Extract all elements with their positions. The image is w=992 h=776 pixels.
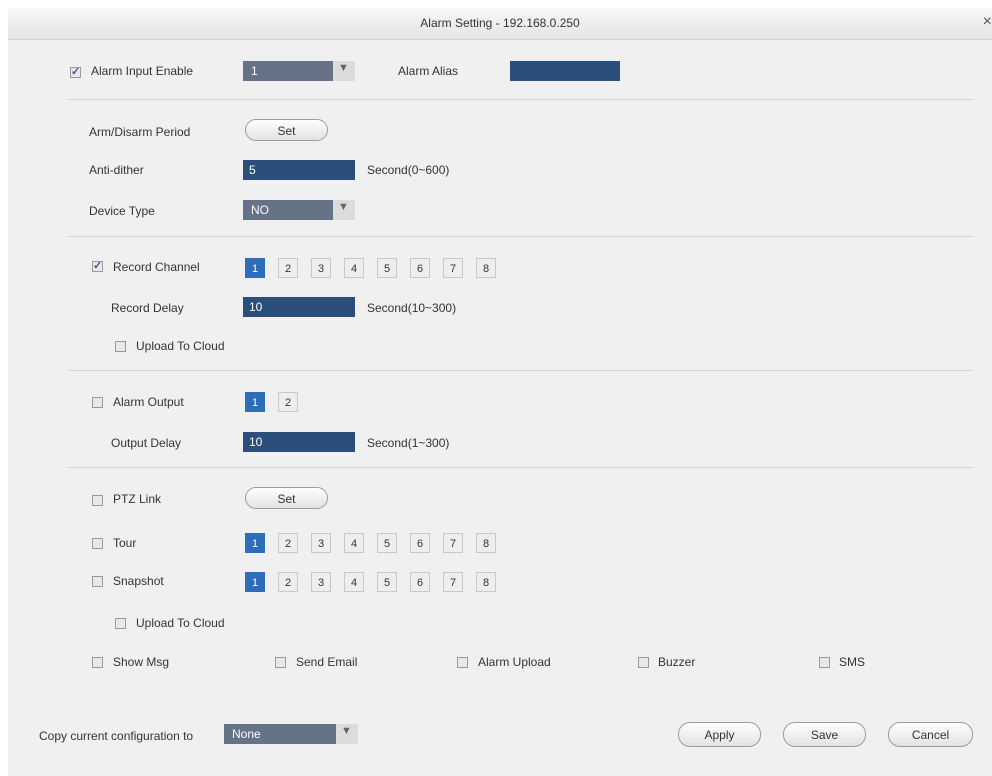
record-delay-unit: Second(10~300) [367, 301, 457, 315]
send-email-checkbox[interactable] [275, 657, 286, 668]
output-delay-unit: Second(1~300) [367, 436, 450, 450]
record-channel-1[interactable]: 1 [245, 258, 265, 278]
alarm-setting-dialog: Alarm Setting - 192.168.0.250 × Alarm In… [8, 8, 992, 776]
alarm-input-enable-checkbox[interactable] [70, 65, 81, 78]
sms-checkbox[interactable] [819, 657, 830, 668]
record-delay-input[interactable]: 10 [243, 297, 355, 317]
window-title: Alarm Setting - 192.168.0.250 [420, 16, 580, 30]
tour-label: Tour [113, 536, 137, 550]
alarm-input-enable-label: Alarm Input Enable [91, 64, 194, 78]
arm-disarm-label: Arm/Disarm Period [89, 125, 191, 139]
record-channel-4[interactable]: 4 [344, 258, 364, 278]
alarm-alias-label: Alarm Alias [398, 64, 459, 78]
record-upload-cloud-checkbox[interactable] [115, 341, 126, 352]
snapshot-channel-8[interactable]: 8 [476, 572, 496, 592]
tour-channel-3[interactable]: 3 [311, 533, 331, 553]
send-email-label: Send Email [296, 655, 358, 669]
anti-dither-value: 5 [249, 163, 256, 177]
snapshot-upload-cloud-checkbox[interactable] [115, 618, 126, 629]
output-channel-2[interactable]: 2 [278, 392, 298, 412]
alarm-input-select-value: 1 [251, 64, 258, 78]
snapshot-channel-7[interactable]: 7 [443, 572, 463, 592]
output-delay-value: 10 [249, 435, 263, 449]
record-delay-label: Record Delay [111, 301, 184, 315]
alarm-alias-input[interactable] [510, 61, 620, 81]
copy-config-select-value: None [232, 727, 261, 741]
output-delay-input[interactable]: 10 [243, 432, 355, 452]
chevron-down-icon[interactable]: ▼ [333, 200, 355, 220]
copy-config-label: Copy current configuration to [39, 729, 194, 743]
record-channel-checkbox[interactable] [92, 259, 103, 272]
record-channel-5[interactable]: 5 [377, 258, 397, 278]
record-channel-3[interactable]: 3 [311, 258, 331, 278]
copy-config-select[interactable]: None ▼ [224, 724, 358, 744]
device-type-label: Device Type [89, 204, 155, 218]
tour-channel-6[interactable]: 6 [410, 533, 430, 553]
divider [68, 370, 973, 371]
snapshot-channel-5[interactable]: 5 [377, 572, 397, 592]
snapshot-channel-1[interactable]: 1 [245, 572, 265, 592]
tour-checkbox[interactable] [92, 538, 103, 549]
snapshot-upload-cloud-label: Upload To Cloud [136, 616, 225, 630]
record-delay-value: 10 [249, 300, 263, 314]
output-channel-1[interactable]: 1 [245, 392, 265, 412]
alarm-output-checkbox[interactable] [92, 397, 103, 408]
anti-dither-unit: Second(0~600) [367, 163, 450, 177]
show-msg-label: Show Msg [113, 655, 170, 669]
buzzer-checkbox[interactable] [638, 657, 649, 668]
output-delay-label: Output Delay [111, 436, 182, 450]
title-bar: Alarm Setting - 192.168.0.250 × [8, 8, 992, 40]
snapshot-label: Snapshot [113, 574, 164, 588]
buzzer-label: Buzzer [658, 655, 696, 669]
divider [68, 467, 973, 468]
tour-channel-7[interactable]: 7 [443, 533, 463, 553]
apply-button[interactable]: Apply [678, 722, 761, 747]
divider [68, 99, 973, 100]
anti-dither-label: Anti-dither [89, 163, 144, 177]
record-upload-cloud-label: Upload To Cloud [136, 339, 225, 353]
alarm-input-select[interactable]: 1 ▼ [243, 61, 355, 81]
ptz-link-label: PTZ Link [113, 492, 162, 506]
record-channel-label: Record Channel [113, 260, 200, 274]
alarm-upload-checkbox[interactable] [457, 657, 468, 668]
ptz-link-checkbox[interactable] [92, 495, 103, 506]
ptz-link-set-button[interactable]: Set [245, 487, 328, 509]
alarm-output-label: Alarm Output [113, 395, 184, 409]
snapshot-channel-3[interactable]: 3 [311, 572, 331, 592]
chevron-down-icon[interactable]: ▼ [333, 61, 355, 81]
device-type-select[interactable]: NO ▼ [243, 200, 355, 220]
snapshot-channel-6[interactable]: 6 [410, 572, 430, 592]
save-button[interactable]: Save [783, 722, 866, 747]
sms-label: SMS [839, 655, 866, 669]
anti-dither-input[interactable]: 5 [243, 160, 355, 180]
close-icon[interactable]: × [983, 13, 992, 31]
tour-channel-8[interactable]: 8 [476, 533, 496, 553]
cancel-button[interactable]: Cancel [888, 722, 973, 747]
tour-channel-2[interactable]: 2 [278, 533, 298, 553]
record-channel-8[interactable]: 8 [476, 258, 496, 278]
snapshot-channel-2[interactable]: 2 [278, 572, 298, 592]
divider [68, 236, 973, 237]
tour-channel-4[interactable]: 4 [344, 533, 364, 553]
chevron-down-icon[interactable]: ▼ [336, 724, 358, 744]
record-channel-2[interactable]: 2 [278, 258, 298, 278]
alarm-upload-label: Alarm Upload [478, 655, 551, 669]
snapshot-checkbox[interactable] [92, 576, 103, 587]
show-msg-checkbox[interactable] [92, 657, 103, 668]
device-type-select-value: NO [251, 203, 269, 217]
record-channel-7[interactable]: 7 [443, 258, 463, 278]
tour-channel-5[interactable]: 5 [377, 533, 397, 553]
arm-disarm-set-button[interactable]: Set [245, 119, 328, 141]
tour-channel-1[interactable]: 1 [245, 533, 265, 553]
snapshot-channel-4[interactable]: 4 [344, 572, 364, 592]
record-channel-6[interactable]: 6 [410, 258, 430, 278]
